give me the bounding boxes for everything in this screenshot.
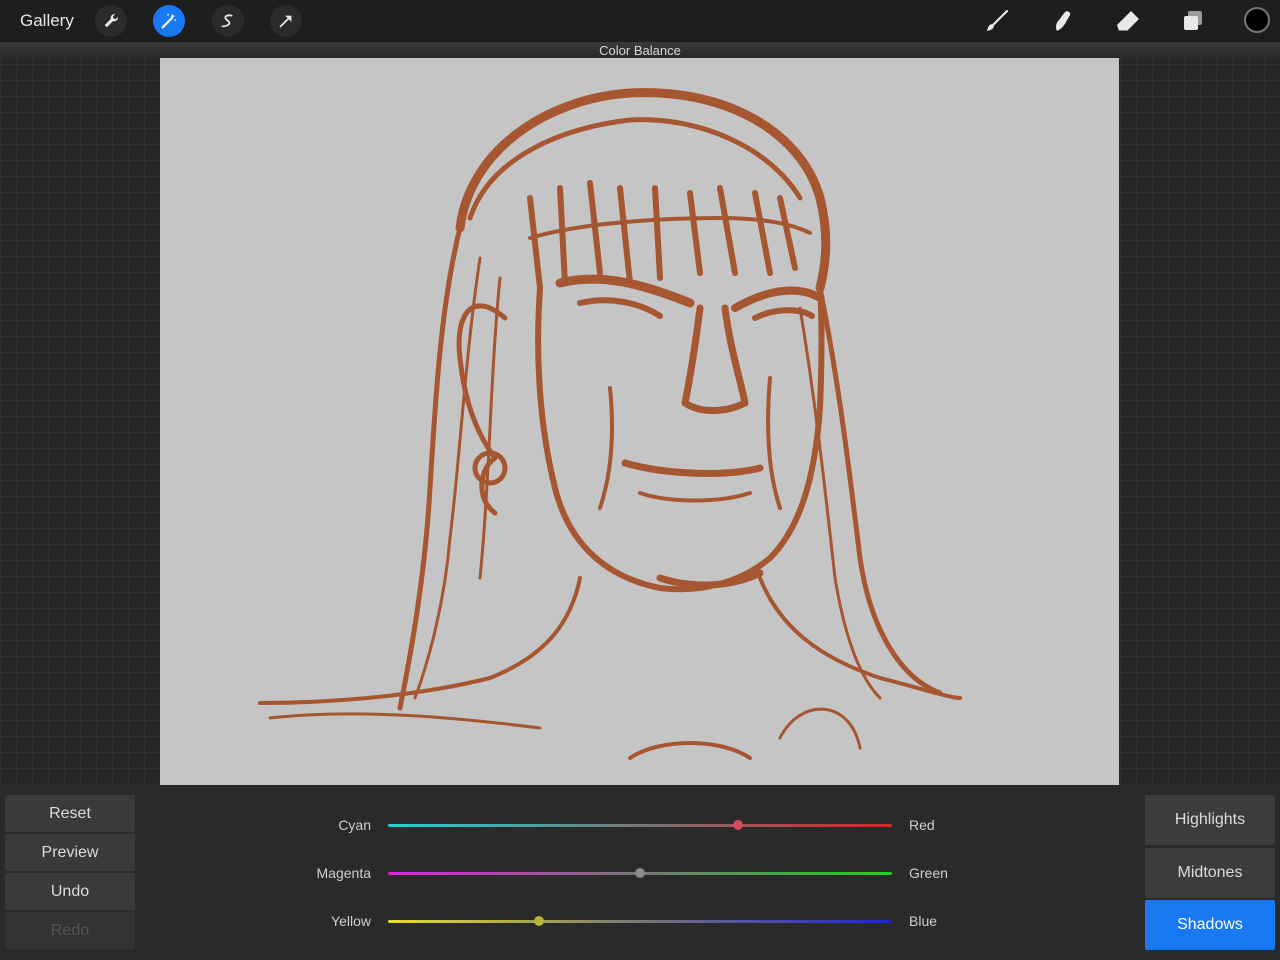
yellow-blue-slider-knob[interactable] [534,916,545,926]
brush-icon [987,9,1009,31]
undo-button[interactable]: Undo [5,873,135,910]
actions-button[interactable] [95,5,127,37]
magic-wand-icon [161,13,177,29]
selection-button[interactable] [212,5,244,37]
highlights-button[interactable]: Highlights [1145,795,1275,845]
drawing-canvas[interactable] [160,58,1119,785]
shadows-button[interactable]: Shadows [1145,900,1275,950]
cyan-label: Cyan [338,817,371,833]
eraser-icon [1117,11,1139,32]
sketch-artwork [258,88,962,760]
smudge-tool-button[interactable] [1046,5,1078,37]
top-toolbar: Gallery [0,0,1280,42]
transform-arrow-icon [279,15,292,28]
selection-icon [221,14,233,28]
adjustment-title-bar: Color Balance [0,42,1280,58]
adjustment-title: Color Balance [599,43,681,58]
color-balance-panel: Reset Preview Undo Redo Cyan Red Magenta… [0,785,1280,960]
preview-button[interactable]: Preview [5,834,135,871]
blue-label: Blue [909,913,938,929]
brush-tool-button[interactable] [981,5,1013,37]
color-picker-button[interactable] [1244,7,1270,33]
transform-button[interactable] [270,5,302,37]
gallery-button[interactable]: Gallery [20,11,74,31]
yellow-blue-slider[interactable] [388,920,892,923]
smudge-icon [1055,11,1071,31]
layers-icon [1184,11,1202,30]
magenta-green-slider-knob[interactable] [635,868,645,878]
magenta-label: Magenta [316,865,371,881]
green-label: Green [909,865,948,881]
red-label: Red [909,817,935,833]
cyan-red-slider[interactable] [388,824,892,827]
reset-button[interactable]: Reset [5,795,135,832]
redo-button[interactable]: Redo [5,912,135,949]
cyan-red-slider-knob[interactable] [733,820,744,830]
layers-button[interactable] [1177,5,1209,37]
eraser-tool-button[interactable] [1112,5,1144,37]
midtones-button[interactable]: Midtones [1145,848,1275,898]
adjustments-button[interactable] [153,5,185,37]
yellow-label: Yellow [331,913,371,929]
wrench-icon [104,14,118,28]
